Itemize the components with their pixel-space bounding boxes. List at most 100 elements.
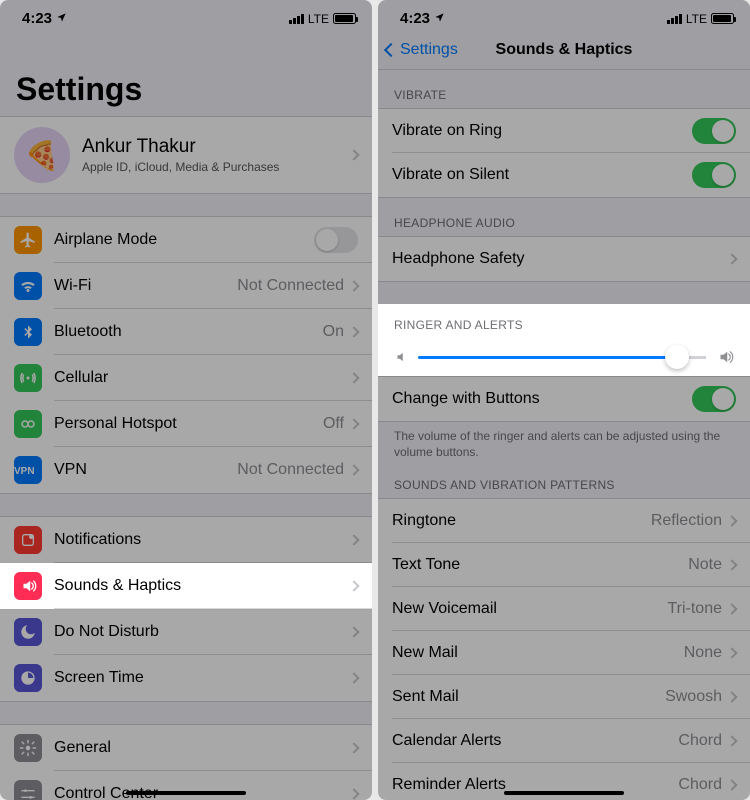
back-button[interactable]: Settings (386, 41, 458, 59)
location-icon (434, 10, 445, 27)
general-group: GeneralControl CenterAADisplay & Brightn… (0, 724, 372, 800)
row-value: Tri-tone (667, 600, 722, 618)
vibrate-group: Vibrate on Ring Vibrate on Silent (378, 108, 750, 198)
row-value: None (684, 644, 722, 662)
change-buttons-group: Change with Buttons (378, 376, 750, 422)
chevron-right-icon (348, 418, 359, 429)
section-header-ringer: Ringer and Alerts (378, 304, 750, 338)
dnd-row[interactable]: Do Not Disturb (0, 609, 372, 655)
pattern-row-3[interactable]: New MailNone (378, 631, 750, 675)
hotspot-icon (14, 410, 42, 438)
row-label: Bluetooth (54, 323, 323, 341)
sounds-row[interactable]: Sounds & Haptics (0, 563, 372, 609)
pattern-row-1[interactable]: Text ToneNote (378, 543, 750, 587)
wifi-row[interactable]: Wi-FiNot Connected (0, 263, 372, 309)
chevron-right-icon (726, 604, 737, 615)
home-indicator[interactable] (504, 791, 624, 795)
vibrate-row-0[interactable]: Vibrate on Ring (378, 109, 750, 153)
general-icon (14, 734, 42, 762)
airplane-toggle[interactable] (314, 227, 358, 253)
vibrate-row-1-toggle[interactable] (692, 162, 736, 188)
section-header-headphone: Headphone Audio (378, 198, 750, 236)
row-label: Vibrate on Silent (392, 166, 692, 184)
row-value: Not Connected (237, 461, 344, 479)
chevron-right-icon (348, 464, 359, 475)
svg-text:VPN: VPN (14, 466, 35, 477)
chevron-right-icon (348, 326, 359, 337)
signal-icon (667, 14, 682, 24)
pattern-row-2[interactable]: New VoicemailTri-tone (378, 587, 750, 631)
hotspot-row[interactable]: Personal HotspotOff (0, 401, 372, 447)
notifications-icon (14, 526, 42, 554)
row-label: Wi-Fi (54, 277, 237, 295)
avatar: 🍕 (14, 127, 70, 183)
headphone-safety-row[interactable]: Headphone Safety (378, 237, 750, 281)
row-label: General (54, 739, 350, 757)
section-header-vibrate: Vibrate (378, 70, 750, 108)
patterns-group: RingtoneReflectionText ToneNoteNew Voice… (378, 498, 750, 800)
chevron-right-icon (726, 736, 737, 747)
volume-high-icon (716, 348, 734, 366)
controlcenter-row[interactable]: Control Center (0, 771, 372, 800)
location-icon (56, 10, 67, 27)
vibrate-row-1[interactable]: Vibrate on Silent (378, 153, 750, 197)
slider-thumb[interactable] (665, 345, 689, 369)
airplane-row[interactable]: Airplane Mode (0, 217, 372, 263)
controlcenter-icon (14, 780, 42, 800)
battery-icon (711, 13, 734, 24)
network-label: LTE (686, 12, 707, 26)
row-value: Off (323, 415, 344, 433)
profile-group[interactable]: 🍕 Ankur Thakur Apple ID, iCloud, Media &… (0, 116, 372, 194)
row-value: Chord (678, 776, 722, 794)
pattern-row-0[interactable]: RingtoneReflection (378, 499, 750, 543)
row-label: Headphone Safety (392, 250, 728, 268)
wifi-icon (14, 272, 42, 300)
row-label: Sounds & Haptics (54, 577, 350, 595)
network-label: LTE (308, 12, 329, 26)
bluetooth-icon (14, 318, 42, 346)
notifications-row[interactable]: Notifications (0, 517, 372, 563)
chevron-right-icon (726, 648, 737, 659)
home-indicator[interactable] (126, 791, 246, 795)
bluetooth-row[interactable]: BluetoothOn (0, 309, 372, 355)
signal-icon (289, 14, 304, 24)
sounds-icon (14, 572, 42, 600)
status-bar: 4:23 LTE (0, 0, 372, 31)
row-label: Sent Mail (392, 688, 665, 706)
row-label: Notifications (54, 531, 350, 549)
row-label: Cellular (54, 369, 350, 387)
status-bar: 4:23 LTE (378, 0, 750, 31)
nav-title: Sounds & Haptics (496, 41, 633, 59)
ringer-volume-slider[interactable] (418, 356, 706, 359)
volume-low-icon (394, 350, 408, 364)
chevron-right-icon (726, 692, 737, 703)
row-label: Vibrate on Ring (392, 122, 692, 140)
row-label: Ringtone (392, 512, 651, 530)
screentime-row[interactable]: Screen Time (0, 655, 372, 701)
sounds-haptics-screen: 4:23 LTE Settings Sounds & Haptics Vibra… (378, 0, 750, 800)
row-label: Text Tone (392, 556, 688, 574)
airplane-icon (14, 226, 42, 254)
change-with-buttons-row[interactable]: Change with Buttons (378, 377, 750, 421)
headphone-group: Headphone Safety (378, 236, 750, 282)
status-time: 4:23 (22, 10, 52, 27)
cellular-row[interactable]: Cellular (0, 355, 372, 401)
vibrate-row-0-toggle[interactable] (692, 118, 736, 144)
row-label: Airplane Mode (54, 231, 314, 249)
chevron-right-icon (348, 534, 359, 545)
row-value: Swoosh (665, 688, 722, 706)
screentime-icon (14, 664, 42, 692)
dnd-icon (14, 618, 42, 646)
change-with-buttons-toggle[interactable] (692, 386, 736, 412)
chevron-right-icon (348, 672, 359, 683)
ringer-volume-slider-row (378, 338, 750, 376)
row-label: Calendar Alerts (392, 732, 678, 750)
vpn-row[interactable]: VPNVPNNot Connected (0, 447, 372, 493)
pattern-row-5[interactable]: Calendar AlertsChord (378, 719, 750, 763)
general-row[interactable]: General (0, 725, 372, 771)
chevron-right-icon (348, 742, 359, 753)
pattern-row-4[interactable]: Sent MailSwoosh (378, 675, 750, 719)
profile-row[interactable]: 🍕 Ankur Thakur Apple ID, iCloud, Media &… (0, 117, 372, 193)
row-value: On (323, 323, 344, 341)
row-value: Chord (678, 732, 722, 750)
